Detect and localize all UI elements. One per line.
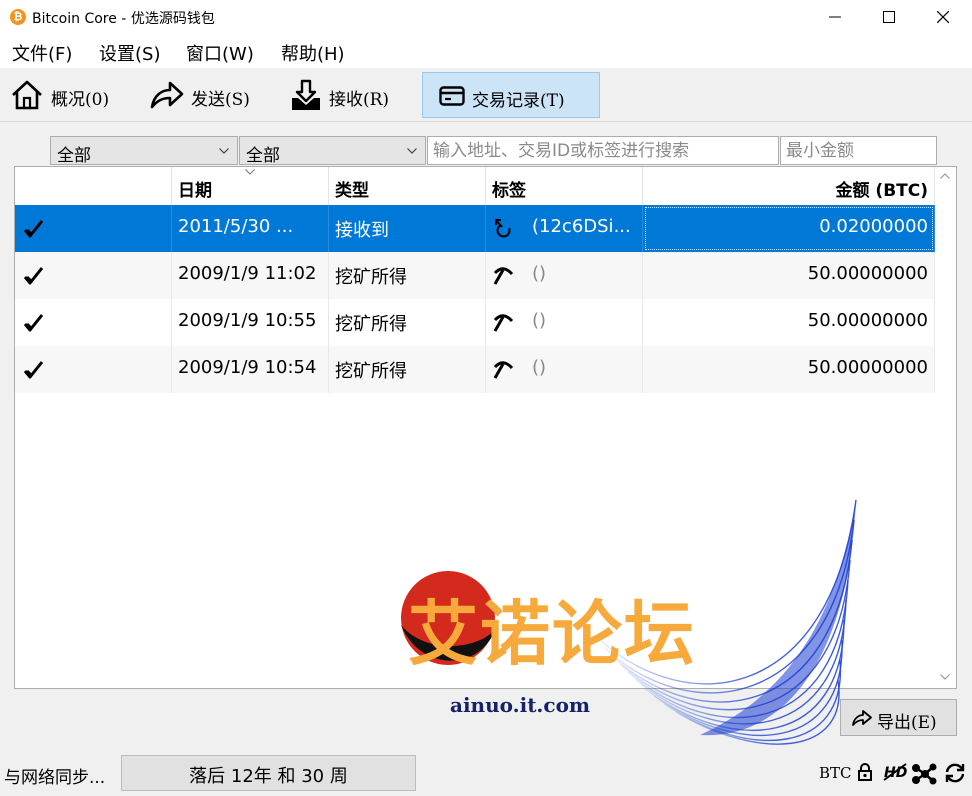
label-cell: () (486, 252, 643, 299)
watermark-url: ainuo.it.com (450, 693, 591, 717)
scroll-up-icon[interactable] (940, 173, 950, 179)
label-text: () (532, 310, 547, 331)
type-cell: 挖矿所得 (329, 299, 486, 346)
scroll-down-icon[interactable] (940, 674, 950, 680)
type-filter-select[interactable]: 全部 (239, 136, 426, 166)
minimize-button[interactable] (808, 0, 862, 34)
tab-overview[interactable]: 概况(0) (6, 72, 126, 118)
check-icon (23, 314, 44, 332)
network-icon[interactable] (911, 762, 937, 786)
export-arrow-icon (852, 710, 872, 726)
transactions-table[interactable]: 日期 类型 标签 金额 (BTC) 2011/5/30 ... 接收到 (12c… (14, 166, 957, 689)
close-button[interactable] (916, 0, 970, 34)
amount-cell: 50.00000000 (643, 252, 935, 299)
check-icon (23, 220, 44, 238)
status-cell (15, 252, 172, 299)
window-title: Bitcoin Core - 优选源码钱包 (32, 11, 215, 27)
type-cell: 接收到 (329, 205, 486, 252)
status-bar: 与网络同步... 落后 12年 和 30 周 BTC HD (0, 750, 972, 796)
sort-descending-icon (245, 169, 255, 175)
mining-icon (493, 361, 514, 379)
label-text: () (532, 263, 547, 284)
tab-transactions[interactable]: 交易记录(T) (422, 72, 600, 118)
close-icon (937, 11, 949, 23)
chevron-down-icon (219, 148, 229, 154)
chevron-down-icon (407, 148, 417, 154)
export-button[interactable]: 导出(E) (840, 699, 957, 736)
tab-transactions-label: 交易记录(T) (472, 91, 565, 111)
amount-cell: 50.00000000 (643, 299, 935, 346)
status-cell (15, 205, 172, 252)
tab-send-label: 发送(S) (191, 90, 250, 110)
table-row[interactable]: 2009/1/9 11:02 挖矿所得 () 50.00000000 (15, 252, 935, 299)
home-icon (12, 80, 42, 110)
check-icon (23, 361, 44, 379)
tab-send[interactable]: 发送(S) (145, 72, 265, 118)
tab-receive-label: 接收(R) (329, 90, 390, 110)
label-cell: () (486, 299, 643, 346)
type-cell: 挖矿所得 (329, 252, 486, 299)
label-cell: () (486, 346, 643, 393)
title-bar: ₿ Bitcoin Core - 优选源码钱包 (0, 0, 972, 34)
receive-icon (495, 219, 511, 238)
mining-icon (493, 267, 514, 285)
sync-icon[interactable] (943, 762, 967, 784)
sync-behind-text: 落后 12年 和 30 周 (189, 766, 348, 787)
type-filter-value: 全部 (246, 146, 280, 166)
unit-selector[interactable]: BTC (819, 764, 852, 782)
mining-icon (493, 314, 514, 332)
table-row[interactable]: 2009/1/9 10:55 挖矿所得 () 50.00000000 (15, 299, 935, 346)
amount-cell: 0.02000000 (643, 205, 935, 252)
label-text: () (532, 357, 547, 378)
sync-progress-bar: 落后 12年 和 30 周 (121, 755, 416, 791)
bitcoin-core-window: ₿ Bitcoin Core - 优选源码钱包 文件(F) 设置(S) 窗口(W… (0, 0, 972, 796)
tab-overview-label: 概况(0) (51, 90, 110, 110)
table-row[interactable]: 2011/5/30 ... 接收到 (12c6DSi... 0.02000000 (15, 205, 935, 252)
status-cell (15, 346, 172, 393)
date-filter-select[interactable]: 全部 (50, 136, 238, 166)
date-cell: 2009/1/9 11:02 (172, 252, 329, 299)
menu-settings[interactable]: 设置(S) (99, 40, 160, 66)
label-text: (12c6DSi... (532, 216, 631, 237)
date-cell: 2009/1/9 10:54 (172, 346, 329, 393)
minimize-icon (829, 16, 841, 18)
transactions-card-icon (439, 86, 465, 106)
lock-icon[interactable] (857, 762, 873, 782)
sync-status-text: 与网络同步... (4, 768, 106, 788)
date-filter-value: 全部 (57, 146, 91, 166)
menu-window[interactable]: 窗口(W) (186, 40, 254, 66)
menu-file[interactable]: 文件(F) (12, 40, 72, 66)
main-toolbar: 概况(0) 发送(S) 接收(R) 交易记录(T) (0, 68, 972, 122)
hd-disabled-icon: HD (883, 763, 907, 781)
send-arrow-icon (150, 81, 184, 109)
status-cell (15, 299, 172, 346)
menu-help[interactable]: 帮助(H) (281, 40, 345, 66)
type-cell: 挖矿所得 (329, 346, 486, 393)
amount-cell: 50.00000000 (643, 346, 935, 393)
min-amount-input[interactable] (780, 136, 937, 165)
maximize-icon (883, 11, 895, 23)
vertical-scrollbar[interactable] (935, 167, 956, 688)
tab-receive[interactable]: 接收(R) (285, 72, 405, 118)
label-cell: (12c6DSi... (486, 205, 643, 252)
maximize-button[interactable] (862, 0, 916, 34)
date-cell: 2009/1/9 10:55 (172, 299, 329, 346)
column-header-label[interactable]: 标签 (486, 167, 643, 205)
table-row[interactable]: 2009/1/9 10:54 挖矿所得 () 50.00000000 (15, 346, 935, 393)
check-icon (23, 267, 44, 285)
bitcoin-logo-icon: ₿ (10, 9, 26, 25)
export-button-label: 导出(E) (877, 713, 937, 733)
column-header-amount[interactable]: 金额 (BTC) (643, 167, 935, 205)
menu-bar: 文件(F) 设置(S) 窗口(W) 帮助(H) (0, 34, 972, 68)
date-cell: 2011/5/30 ... (172, 205, 329, 252)
column-header-status[interactable] (15, 167, 172, 205)
table-header: 日期 类型 标签 金额 (BTC) (15, 167, 935, 205)
search-input[interactable] (427, 136, 779, 165)
receive-inbox-icon (292, 79, 320, 110)
column-header-type[interactable]: 类型 (329, 167, 486, 205)
